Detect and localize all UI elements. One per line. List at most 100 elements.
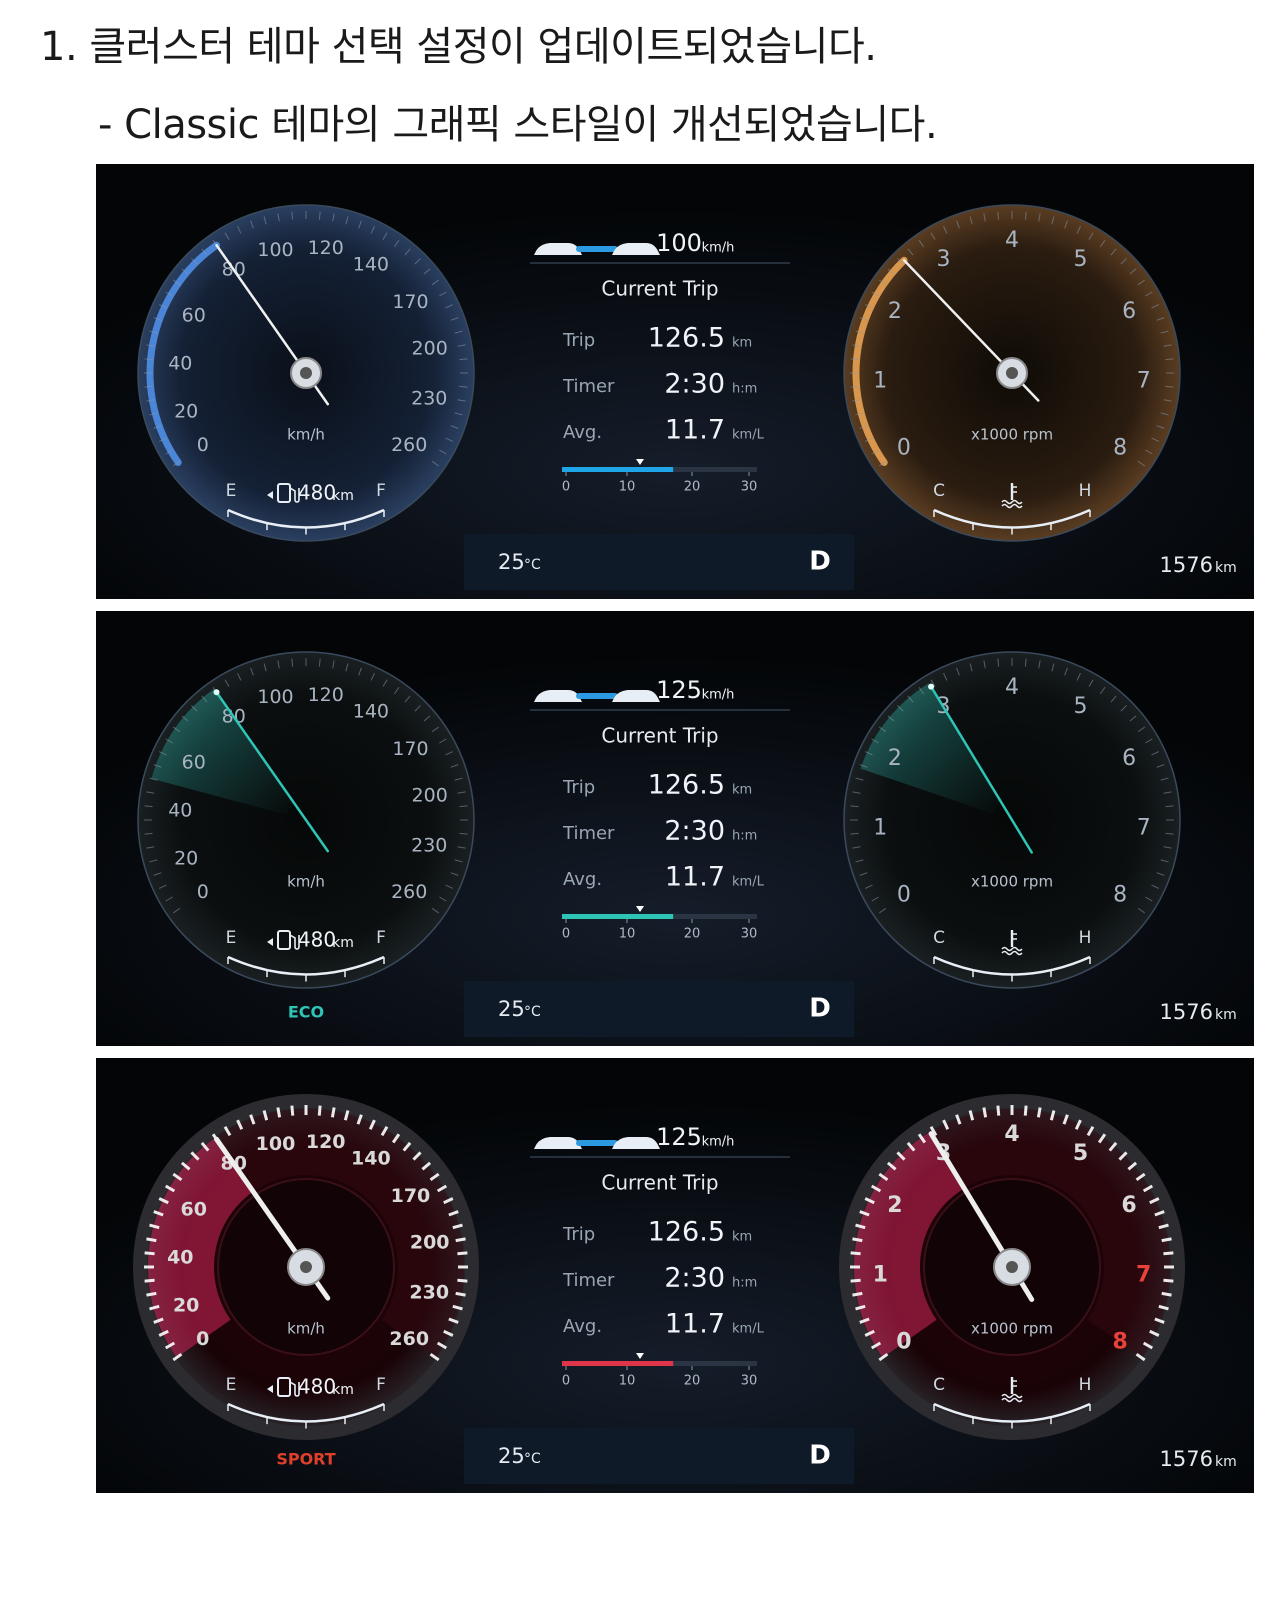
avg-unit: km/L <box>732 875 765 890</box>
timer-value: 2:30 <box>664 369 725 400</box>
odometer-value: 1576 <box>1160 1447 1213 1471</box>
timer-label: Timer <box>562 823 615 844</box>
rpm-tick-label: 2 <box>887 1193 902 1218</box>
temp-hot-label: H <box>1079 928 1092 948</box>
speed-tick-label: 60 <box>182 304 206 326</box>
tick <box>144 805 153 808</box>
speed-tick-label: 260 <box>391 881 427 903</box>
avg-value: 11.7 <box>665 415 725 446</box>
speed-tick-label: 200 <box>412 784 448 806</box>
tick <box>1163 1251 1174 1256</box>
tick <box>982 1107 988 1118</box>
tick <box>852 1291 863 1297</box>
rpm-tick-label: 0 <box>897 436 911 461</box>
tick <box>850 1278 861 1283</box>
cluster-display: 020406080100120140170200230260km/hEF480k… <box>96 1058 1254 1493</box>
rpm-tick-label: 4 <box>1004 1122 1019 1147</box>
rpm-tick-label: 4 <box>1005 675 1019 700</box>
tick <box>850 358 859 361</box>
avg-bar-tick-label: 10 <box>619 480 636 495</box>
trip-title: Current Trip <box>601 277 718 301</box>
tick <box>997 658 1000 667</box>
avg-unit: km/L <box>732 428 765 443</box>
speed-tick-label: 40 <box>167 1247 193 1269</box>
rpm-tick-label: 0 <box>896 1330 911 1355</box>
tick <box>1165 805 1174 808</box>
fuel-range-unit: km <box>332 1382 354 1398</box>
speed-tick-label: 230 <box>411 835 447 857</box>
tick <box>850 385 859 388</box>
rpm-tick-label: 2 <box>888 299 902 324</box>
cluster-display: 020406080100120140170200230260km/hEF480k… <box>96 164 1254 599</box>
tachometer: 012345678x1000 rpmCH <box>843 651 1181 989</box>
avg-bar-fill <box>562 1361 674 1366</box>
timer-value: 2:30 <box>664 816 725 847</box>
temp-cold-label: C <box>933 481 945 501</box>
tick <box>1024 658 1027 667</box>
fuel-full-label: F <box>376 928 386 948</box>
tick <box>457 1278 468 1283</box>
tick <box>144 1251 155 1256</box>
fuel-range-value: 480 <box>298 481 336 505</box>
avg-bar-tick-label: 0 <box>562 480 570 495</box>
speed-tick-label: 0 <box>196 1328 209 1350</box>
temp-hot-label: H <box>1079 1375 1092 1395</box>
trip-unit: km <box>732 336 752 351</box>
speed-tick-label: 230 <box>409 1282 449 1304</box>
tick <box>144 385 153 388</box>
speed-tick-label: 100 <box>256 1133 296 1155</box>
speed-unit-label: km/h <box>287 426 325 444</box>
speed-tick-label: 100 <box>257 239 293 261</box>
rpm-tick-label: 2 <box>888 746 902 771</box>
tick <box>1165 385 1174 388</box>
temp-cold-label: C <box>933 1375 945 1395</box>
tick <box>144 832 153 835</box>
rpm-tick-label: 7 <box>1137 816 1151 841</box>
rpm-tick-label: 4 <box>1005 228 1019 253</box>
tick <box>318 211 321 220</box>
trip-label: Trip <box>562 330 595 351</box>
speed-tick-label: 120 <box>308 237 344 259</box>
speed-tick-label: 140 <box>353 700 389 722</box>
rpm-tick-label: 7 <box>1136 1263 1151 1288</box>
cruise-speed-unit: km/h <box>702 688 735 703</box>
cluster-panel-eco: 020406080100120140170200230260km/hEF480k… <box>96 611 1254 1046</box>
speed-tick-label: 260 <box>389 1328 429 1350</box>
rpm-unit-label: x1000 rpm <box>971 873 1053 891</box>
cruise-speed-unit: km/h <box>702 241 735 256</box>
speed-tick-label: 100 <box>257 686 293 708</box>
tick <box>317 1105 322 1116</box>
rpm-tick-label: 0 <box>897 883 911 908</box>
gear-indicator: D <box>809 1441 831 1471</box>
needle-hub-center <box>300 367 312 379</box>
tick <box>1165 358 1174 361</box>
timer-value: 2:30 <box>664 1263 725 1294</box>
avg-bar-tick-label: 30 <box>741 480 758 495</box>
odometer-unit: km <box>1215 1007 1237 1023</box>
tick <box>459 805 468 808</box>
tick <box>291 211 294 220</box>
outside-temp-unit: °C <box>524 1004 541 1020</box>
avg-bar-tick-label: 10 <box>619 1374 636 1389</box>
rpm-tick-label: 1 <box>873 1263 888 1288</box>
cruise-distance-bar <box>576 1140 618 1146</box>
speed-tick-label: 20 <box>174 400 198 422</box>
speedometer: 020406080100120140170200230260km/hEF480k… <box>137 204 475 542</box>
speed-tick-label: 40 <box>168 800 192 822</box>
rpm-tick-label: 8 <box>1113 883 1127 908</box>
odometer-value: 1576 <box>1160 553 1213 577</box>
avg-bar-tick-label: 10 <box>619 927 636 942</box>
speed-tick-label: 60 <box>182 751 206 773</box>
page-heading: 1. 클러스터 테마 선택 설정이 업데이트되었습니다. <box>40 24 877 70</box>
cruise-speed-value: 125 <box>656 676 702 704</box>
tick <box>850 805 859 808</box>
tick <box>459 832 468 835</box>
rpm-tick-label: 1 <box>873 816 887 841</box>
rpm-tick-label: 8 <box>1112 1330 1127 1355</box>
tick <box>146 1237 157 1243</box>
speed-tick-label: 0 <box>197 881 209 903</box>
trip-label: Trip <box>562 777 595 798</box>
cruise-speed-value: 125 <box>656 1123 702 1151</box>
trip-title: Current Trip <box>601 1171 718 1195</box>
tick <box>997 211 1000 220</box>
